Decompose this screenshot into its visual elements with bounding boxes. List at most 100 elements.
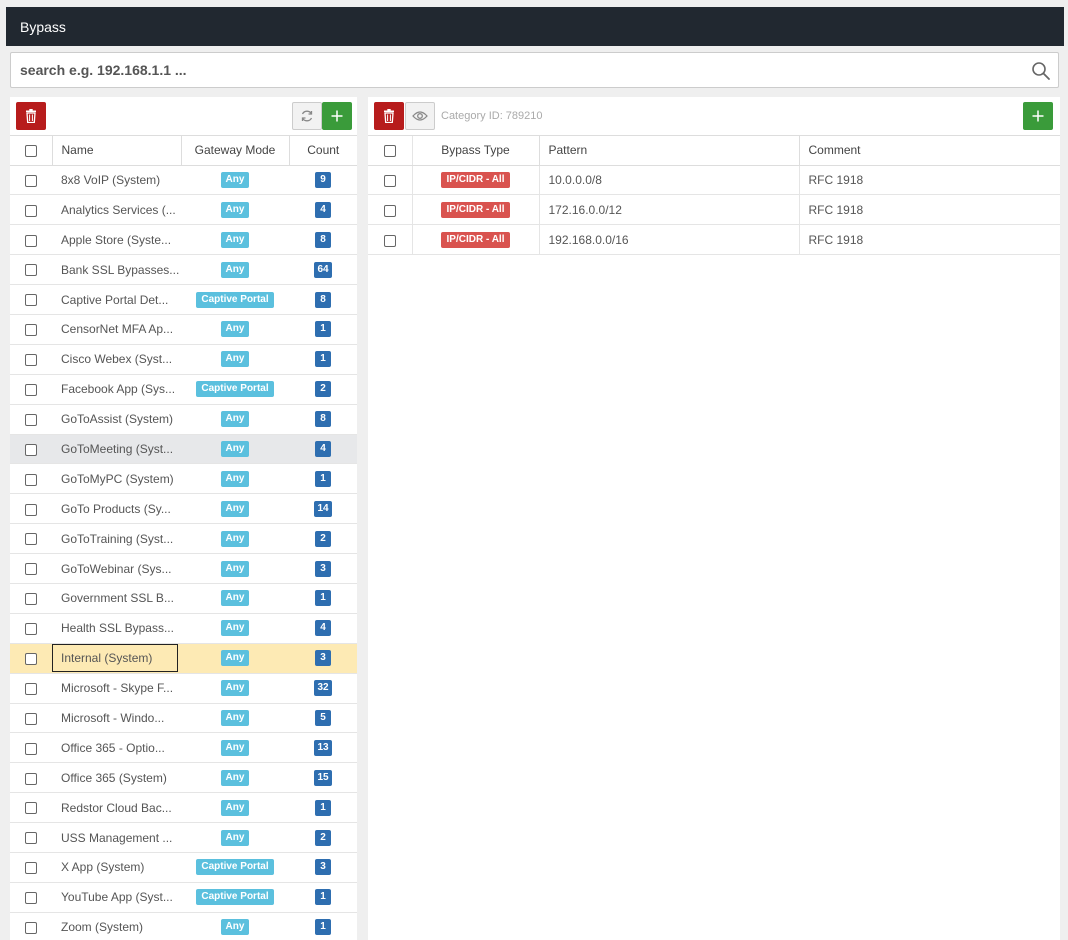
category-row[interactable]: Captive Portal Det... Captive Portal 8 [10,284,357,315]
category-name-cell[interactable]: GoToMeeting (Syst... [52,434,181,465]
row-checkbox[interactable] [25,563,37,576]
category-name-cell[interactable]: Government SSL B... [52,583,181,614]
category-name-cell[interactable]: Internal (System) [52,643,181,674]
row-checkbox[interactable] [25,802,37,815]
comment-cell[interactable]: RFC 1918 [799,194,1060,226]
row-checkbox[interactable] [25,354,37,367]
bypass-type-column-header[interactable]: Bypass Type [412,136,540,166]
category-row[interactable]: Office 365 - Optio... Any 13 [10,732,357,764]
row-checkbox[interactable] [25,862,37,875]
search-icon[interactable] [1031,61,1051,81]
row-checkbox[interactable] [25,892,37,905]
category-row[interactable]: GoToTraining (Syst... Any 2 [10,523,357,555]
category-row[interactable]: Cisco Webex (Syst... Any 1 [10,344,357,375]
row-checkbox[interactable] [25,264,37,277]
bypass-checkbox[interactable] [383,234,396,247]
category-name-cell[interactable]: YouTube App (Syst... [52,882,181,913]
row-checkbox[interactable] [25,593,37,606]
row-checkbox[interactable] [25,174,37,187]
category-name-cell[interactable]: USS Management ... [52,822,181,853]
row-checkbox[interactable] [25,682,37,695]
bypass-row[interactable]: IP/CIDR - All 10.0.0.0/8 RFC 1918 [368,165,1060,196]
row-checkbox[interactable] [25,413,37,426]
category-name-cell[interactable]: GoToAssist (System) [52,404,181,435]
category-name-cell[interactable]: Captive Portal Det... [52,284,181,315]
category-row[interactable]: GoTo Products (Sy... Any 14 [10,493,357,525]
category-row[interactable]: GoToMeeting (Syst... Any 4 [10,434,357,465]
bypass-row[interactable]: IP/CIDR - All 192.168.0.0/16 RFC 1918 [368,224,1060,256]
row-checkbox[interactable] [25,832,37,845]
bypass-row[interactable]: IP/CIDR - All 172.16.0.0/12 RFC 1918 [368,194,1060,226]
bypass-checkbox[interactable] [383,204,396,217]
category-row[interactable]: Office 365 (System) Any 15 [10,762,357,794]
pattern-cell[interactable]: 192.168.0.0/16 [539,224,800,256]
category-row[interactable]: Internal (System) Any 3 [10,643,357,674]
category-row[interactable]: Health SSL Bypass... Any 4 [10,613,357,644]
category-name-cell[interactable]: Office 365 - Optio... [52,732,181,764]
row-checkbox[interactable] [25,324,37,337]
row-checkbox[interactable] [25,234,37,247]
category-name-cell[interactable]: GoToWebinar (Sys... [52,553,181,584]
category-row[interactable]: 8x8 VoIP (System) Any 9 [10,165,357,196]
category-name-editor[interactable]: Internal (System) [52,644,178,673]
category-row[interactable]: Apple Store (Syste... Any 8 [10,224,357,256]
row-checkbox[interactable] [25,384,37,396]
row-checkbox[interactable] [25,443,37,456]
pattern-column-header[interactable]: Pattern [539,136,800,166]
add-category-button[interactable] [322,102,352,130]
category-row[interactable]: GoToWebinar (Sys... Any 3 [10,553,357,584]
comment-cell[interactable]: RFC 1918 [799,165,1060,196]
pattern-cell[interactable]: 10.0.0.0/8 [539,165,800,196]
category-name-cell[interactable]: X App (System) [52,852,181,883]
category-row[interactable]: GoToMyPC (System) Any 1 [10,463,357,495]
category-name-cell[interactable]: Facebook App (Sys... [52,374,181,405]
row-checkbox[interactable] [25,623,37,636]
count-column-header[interactable]: Count [289,136,357,166]
category-row[interactable]: Facebook App (Sys... Captive Portal 2 [10,374,357,405]
category-name-cell[interactable]: Cisco Webex (Syst... [52,344,181,375]
add-bypass-button[interactable] [1023,102,1053,130]
pattern-cell[interactable]: 172.16.0.0/12 [539,194,800,226]
category-name-cell[interactable]: Microsoft - Skype F... [52,673,181,704]
category-name-cell[interactable]: Microsoft - Windo... [52,703,181,734]
name-column-header[interactable]: Name [52,136,182,166]
category-name-cell[interactable]: Analytics Services (... [52,194,181,226]
row-checkbox[interactable] [25,922,37,935]
search-input[interactable] [11,53,1058,87]
category-name-cell[interactable]: Zoom (System) [52,912,181,940]
category-row[interactable]: Microsoft - Skype F... Any 32 [10,673,357,704]
category-name-cell[interactable]: GoTo Products (Sy... [52,493,181,525]
refresh-button[interactable] [292,102,322,130]
select-all-checkbox[interactable] [24,145,37,158]
category-name-cell[interactable]: GoToMyPC (System) [52,463,181,495]
category-name-cell[interactable]: GoToTraining (Syst... [52,523,181,555]
category-row[interactable]: CensorNet MFA Ap... Any 1 [10,314,357,345]
category-name-cell[interactable]: Health SSL Bypass... [52,613,181,644]
comment-cell[interactable]: RFC 1918 [799,224,1060,256]
bypass-checkbox[interactable] [383,174,396,187]
category-name-cell[interactable]: Office 365 (System) [52,762,181,794]
category-name-cell[interactable]: CensorNet MFA Ap... [52,314,181,345]
category-row[interactable]: Redstor Cloud Bac... Any 1 [10,792,357,824]
category-row[interactable]: GoToAssist (System) Any 8 [10,404,357,435]
category-row[interactable]: USS Management ... Any 2 [10,822,357,853]
delete-category-button[interactable] [16,102,46,130]
category-row[interactable]: Zoom (System) Any 1 [10,912,357,940]
row-checkbox[interactable] [25,772,37,785]
category-name-cell[interactable]: Redstor Cloud Bac... [52,792,181,824]
category-name-cell[interactable]: 8x8 VoIP (System) [52,165,181,196]
category-row[interactable]: YouTube App (Syst... Captive Portal 1 [10,882,357,913]
row-checkbox[interactable] [25,712,37,725]
select-all-bypass-checkbox[interactable] [383,145,396,158]
category-row[interactable]: Analytics Services (... Any 4 [10,194,357,226]
category-row[interactable]: X App (System) Captive Portal 3 [10,852,357,883]
delete-bypass-button[interactable] [374,102,404,130]
category-row[interactable]: Bank SSL Bypasses... Any 64 [10,254,357,286]
row-checkbox[interactable] [25,742,37,755]
category-name-cell[interactable]: Apple Store (Syste... [52,224,181,256]
category-name-cell[interactable]: Bank SSL Bypasses... [52,254,181,286]
view-button[interactable] [405,102,435,130]
row-checkbox[interactable] [25,533,37,546]
category-row[interactable]: Government SSL B... Any 1 [10,583,357,614]
category-row[interactable]: Microsoft - Windo... Any 5 [10,703,357,734]
